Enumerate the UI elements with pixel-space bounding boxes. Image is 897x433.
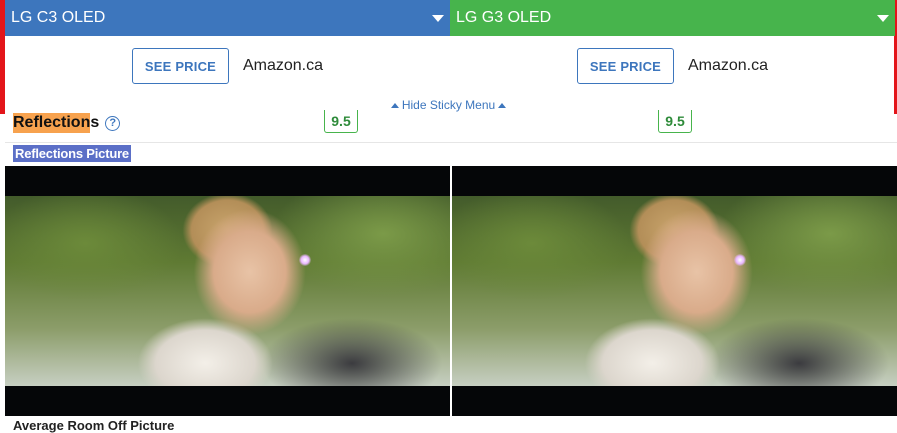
triangle-up-icon	[390, 102, 399, 108]
reflection-glare-right	[734, 254, 746, 266]
reflections-score-right: 9.5	[658, 110, 692, 133]
chevron-down-icon	[877, 14, 889, 22]
reflections-pictures	[5, 166, 897, 416]
see-price-button-right[interactable]: SEE PRICE	[576, 48, 674, 84]
price-cell-left: SEE PRICE Amazon.ca	[5, 36, 450, 96]
product-select-right[interactable]: LG G3 OLED	[450, 0, 895, 36]
product-select-bar: LG C3 OLED LG G3 OLED	[5, 0, 895, 36]
tv-test-photo-right	[452, 196, 897, 386]
store-name-right[interactable]: Amazon.ca	[688, 57, 768, 75]
reflection-glare-left	[299, 254, 311, 266]
product-name-right: LG G3 OLED	[456, 9, 552, 26]
reflections-suffix: s	[90, 114, 100, 131]
tv-test-photo-left	[5, 196, 450, 386]
reflections-row: Reflection s ? 9.5 9.5	[5, 110, 897, 143]
see-price-button-left[interactable]: SEE PRICE	[131, 48, 229, 84]
reflections-score-left: 9.5	[324, 110, 358, 133]
reflections-picture-title: Reflections Picture	[13, 145, 131, 162]
store-name-left[interactable]: Amazon.ca	[243, 57, 323, 75]
product-select-left[interactable]: LG C3 OLED	[5, 0, 450, 36]
price-cell-right: SEE PRICE Amazon.ca	[450, 36, 895, 96]
reflections-highlight: Reflection	[13, 113, 91, 133]
reflections-picture-right[interactable]	[452, 166, 897, 416]
reflections-label: Reflection s ?	[13, 113, 121, 133]
help-icon[interactable]: ?	[105, 115, 121, 131]
product-name-left: LG C3 OLED	[11, 9, 106, 26]
reflections-picture-left[interactable]	[5, 166, 450, 416]
triangle-up-icon	[498, 102, 507, 108]
price-row: SEE PRICE Amazon.ca SEE PRICE Amazon.ca	[5, 36, 895, 96]
average-room-off-title: Average Room Off Picture	[13, 418, 175, 433]
chevron-down-icon	[432, 14, 444, 22]
